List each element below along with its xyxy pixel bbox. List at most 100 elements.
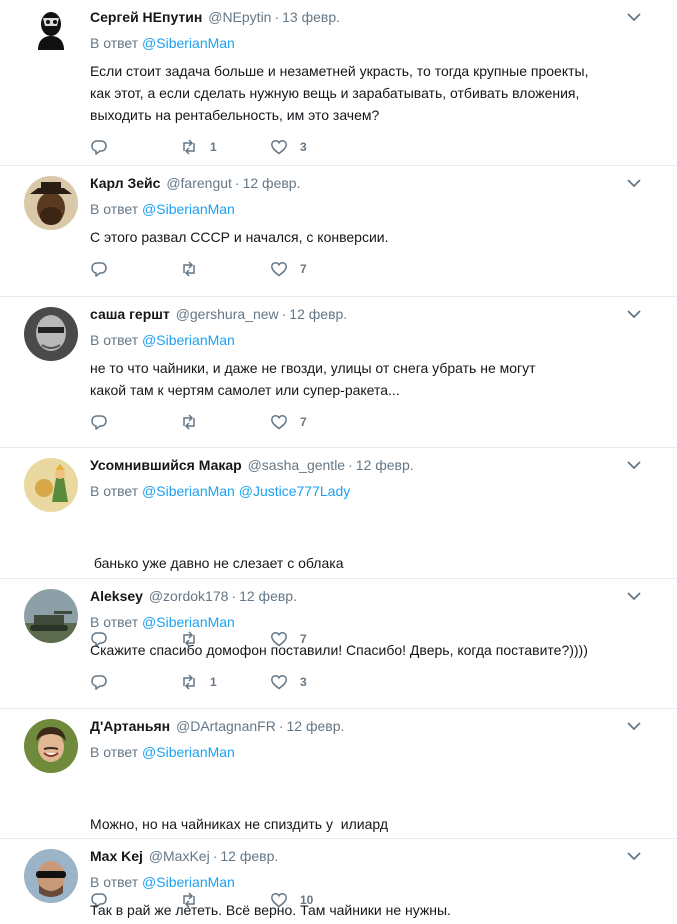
author-handle[interactable]: @zordok178 <box>149 588 229 604</box>
author-name[interactable]: саша гершт <box>90 306 170 322</box>
tweet-date[interactable]: 12 февр. <box>239 588 297 604</box>
separator-dot: · <box>274 9 280 25</box>
chevron-down-icon[interactable] <box>627 591 641 601</box>
chevron-down-icon[interactable] <box>627 12 641 22</box>
retweet-button[interactable] <box>180 413 270 431</box>
avatar[interactable] <box>24 4 78 58</box>
reply-button[interactable] <box>90 413 180 431</box>
chevron-down-icon[interactable] <box>627 721 641 731</box>
author-handle[interactable]: @sasha_gentle <box>248 457 346 473</box>
reply-to-link[interactable]: @SiberianMan <box>142 874 235 890</box>
reply-icon <box>91 140 107 155</box>
tweet[interactable]: Д'Артаньян @DArtagnanFR · 12 февр. В ответ… <box>0 709 677 908</box>
retweet-button[interactable] <box>180 260 270 278</box>
tweet-date[interactable]: 13 февр. <box>282 9 340 25</box>
tweet-text-line: С этого развал СССР и начался, с конверс… <box>90 229 389 245</box>
heart-icon <box>271 414 287 430</box>
tweet-text: Если стоит задача больше и незаметней ук… <box>90 60 661 126</box>
heart-icon <box>271 261 287 277</box>
retweet-icon <box>183 261 195 277</box>
author-name[interactable]: Max Kej <box>90 848 143 864</box>
retweet-icon <box>183 674 195 690</box>
avatar-image <box>24 176 78 230</box>
like-count: 7 <box>300 262 307 276</box>
chevron-down-icon[interactable] <box>627 460 641 470</box>
avatar-image <box>24 458 78 512</box>
author-name[interactable]: Усомнившийся Макар <box>90 457 242 473</box>
tweet-text-line: не то что чайники, и даже не гвозди, ули… <box>90 360 536 376</box>
avatar[interactable] <box>24 719 78 773</box>
reply-to-link[interactable]: @Justice777Lady <box>239 483 351 499</box>
reply-feed: Сергей НЕпутин @NEpytin · 13 февр. В ответ… <box>0 0 677 924</box>
tweet[interactable]: Max Kej @MaxKej · 12 февр. В ответ @Siberi… <box>0 839 677 924</box>
avatar-image <box>24 719 78 773</box>
tweet-date[interactable]: 12 февр. <box>289 306 347 322</box>
tweet-actions: 1 3 <box>90 129 661 165</box>
like-count: 3 <box>300 140 307 154</box>
author-handle[interactable]: @gershura_new <box>176 306 279 322</box>
tweet[interactable]: Карл Зейс @farengut · 12 февр. В ответ @Si… <box>0 166 677 297</box>
like-button[interactable]: 7 <box>270 260 360 278</box>
reply-prefix: В ответ <box>90 483 139 499</box>
avatar-image <box>24 4 78 58</box>
reply-to-link[interactable]: @SiberianMan <box>142 201 235 217</box>
chevron-down-icon[interactable] <box>627 178 641 188</box>
author-handle[interactable]: @DArtagnanFR <box>176 718 276 734</box>
tweet-text-line: какой там к чертям самолет или супер-рак… <box>90 382 400 398</box>
heart-icon <box>271 139 287 155</box>
tweet-date[interactable]: 12 февр. <box>220 848 278 864</box>
like-button[interactable]: 7 <box>270 413 360 431</box>
tweet[interactable]: Усомнившийся Макар @sasha_gentle · 12 февр… <box>0 448 677 647</box>
avatar[interactable] <box>24 176 78 230</box>
tweet-text-line: Можно, но на чайниках не спиздить у илиа… <box>90 816 388 832</box>
tweet-date[interactable]: 12 февр. <box>287 718 345 734</box>
tweet-text-line: выходить на рентабельность, им это зачем… <box>90 107 380 123</box>
chevron-down-icon[interactable] <box>627 309 641 319</box>
tweet[interactable]: Aleksey @zordok178 · 12 февр. В ответ @Sib… <box>0 579 677 709</box>
author-name[interactable]: Д'Артаньян <box>90 718 170 734</box>
separator-dot: · <box>212 848 218 864</box>
reply-icon <box>91 262 107 277</box>
retweet-icon <box>183 139 195 155</box>
author-handle[interactable]: @farengut <box>166 175 232 191</box>
tweet-date[interactable]: 12 февр. <box>243 175 301 191</box>
author-handle[interactable]: @MaxKej <box>149 848 210 864</box>
author-name[interactable]: Aleksey <box>90 588 143 604</box>
retweet-icon <box>183 414 195 430</box>
tweet-text: не то что чайники, и даже не гвозди, ули… <box>90 357 661 401</box>
retweet-button[interactable]: 1 <box>180 673 270 691</box>
reply-button[interactable] <box>90 138 180 156</box>
reply-to-link[interactable]: @SiberianMan <box>142 483 235 499</box>
reply-to-link[interactable]: @SiberianMan <box>142 35 235 51</box>
chevron-down-icon[interactable] <box>627 851 641 861</box>
retweet-button[interactable]: 1 <box>180 138 270 156</box>
reply-to-link[interactable]: @SiberianMan <box>142 614 235 630</box>
reply-to-link[interactable]: @SiberianMan <box>142 744 235 760</box>
reply-button[interactable] <box>90 673 180 691</box>
reply-prefix: В ответ <box>90 35 139 51</box>
avatar[interactable] <box>24 849 78 903</box>
avatar[interactable] <box>24 307 78 361</box>
like-count: 7 <box>300 415 307 429</box>
reply-to: В ответ @SiberianMan <box>90 200 661 218</box>
tweet-actions: 1 3 <box>90 664 661 700</box>
tweet[interactable]: саша гершт @gershura_new · 12 февр. В отве… <box>0 297 677 448</box>
tweet-text-line: Если стоит задача больше и незаметней ук… <box>90 63 589 79</box>
avatar[interactable] <box>24 458 78 512</box>
author-name[interactable]: Карл Зейс <box>90 175 160 191</box>
reply-to-link[interactable]: @SiberianMan <box>142 332 235 348</box>
tweet-text: Скажите спасибо домофон поставили! Спаси… <box>90 639 661 661</box>
author-handle[interactable]: @NEpytin <box>208 9 271 25</box>
like-button[interactable]: 3 <box>270 673 360 691</box>
tweet-date[interactable]: 12 февр. <box>356 457 414 473</box>
like-button[interactable]: 3 <box>270 138 360 156</box>
tweet[interactable]: Сергей НЕпутин @NEpytin · 13 февр. В ответ… <box>0 0 677 166</box>
author-name[interactable]: Сергей НЕпутин <box>90 9 202 25</box>
separator-dot: · <box>281 306 287 322</box>
avatar-image <box>24 849 78 903</box>
tweet-text-line: Так в рай же лететь. Всё верно. Там чайн… <box>90 902 451 918</box>
reply-button[interactable] <box>90 260 180 278</box>
avatar[interactable] <box>24 589 78 643</box>
like-count: 3 <box>300 675 307 689</box>
tweet-header: Усомнившийся Макар @sasha_gentle · 12 февр… <box>90 456 661 474</box>
